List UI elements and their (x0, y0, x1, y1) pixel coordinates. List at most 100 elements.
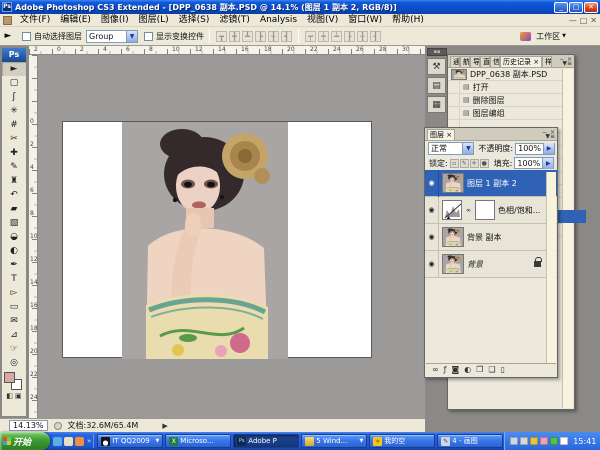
crop-tool[interactable]: # (2, 118, 26, 132)
history-source-cell[interactable] (448, 81, 460, 94)
move-tool[interactable]: ► (2, 62, 26, 76)
history-state-row[interactable]: ▤图层编组 (448, 107, 574, 120)
ps-logo[interactable]: Ps (2, 48, 26, 62)
brush-tool[interactable]: ✎ (2, 160, 26, 174)
minimize-button[interactable]: _ (554, 2, 568, 13)
layers-scrollbar[interactable] (546, 172, 556, 363)
tab-close-icon[interactable]: × (446, 131, 452, 139)
taskbar-button-2[interactable]: XMicroso... (165, 434, 231, 448)
hand-tool[interactable]: ☞ (2, 342, 26, 356)
chevron-down-icon[interactable]: ▼ (126, 31, 137, 42)
history-state-row[interactable]: ▤打开 (448, 81, 574, 94)
mask-thumbnail[interactable] (475, 200, 495, 220)
tools-panel-icon[interactable]: ⚒ (427, 58, 446, 75)
foreground-color-swatch[interactable] (4, 372, 15, 383)
doc-minimize-icon[interactable]: — (569, 16, 577, 25)
dodge-tool[interactable]: ◐ (2, 244, 26, 258)
zoom-tool[interactable]: ◎ (2, 356, 26, 370)
document-icon[interactable] (3, 16, 12, 25)
layer-mask-button[interactable]: ◙ (452, 364, 460, 376)
history-brush-tool[interactable]: ↶ (2, 188, 26, 202)
menu-item-8[interactable]: 视图(V) (302, 14, 343, 26)
taskbar-button-5[interactable]: ★我的空 (369, 434, 435, 448)
distribute-icon-4[interactable]: ┠ (344, 31, 355, 42)
brushes-panel-icon[interactable]: ▤ (427, 77, 446, 94)
lock-icon-1[interactable]: ▫ (450, 159, 459, 168)
history-snapshot-row[interactable]: DPP_0638 副本.PSD (448, 68, 574, 81)
align-icon-6[interactable]: ┫ (281, 31, 292, 42)
eyedropper-tool[interactable]: ⊿ (2, 328, 26, 342)
layer-thumbnail[interactable] (442, 254, 464, 274)
tab-1[interactable]: 通 (450, 56, 460, 67)
layer-thumbnail[interactable] (442, 227, 464, 247)
pen-tool[interactable]: ✒ (2, 258, 26, 272)
panel-close-icon[interactable]: × (550, 129, 555, 136)
eraser-tool[interactable]: ▰ (2, 202, 26, 216)
workspace-button[interactable]: 工作区 (536, 31, 560, 42)
tab-5[interactable]: 信 (490, 56, 500, 67)
opacity-field[interactable]: 100% ▶ (515, 143, 555, 155)
slider-arrow-icon[interactable]: ▶ (543, 143, 554, 154)
slider-arrow-icon[interactable]: ▶ (542, 158, 553, 169)
menu-item-5[interactable]: 选择(S) (174, 14, 215, 26)
delete-layer-button[interactable]: ▯ (501, 364, 505, 376)
shape-tool[interactable]: ▭ (2, 300, 26, 314)
history-source-cell[interactable] (448, 94, 460, 107)
menu-item-9[interactable]: 窗口(W) (343, 14, 387, 26)
ie-icon[interactable] (53, 437, 62, 446)
layer-row[interactable]: ◉背景 副本 (425, 224, 557, 251)
layer-row[interactable]: ◉图层 1 副本 2 (425, 170, 557, 197)
dock-grip[interactable]: ▪▪ (427, 48, 447, 56)
new-adjustment-layer-button[interactable]: ◐ (464, 364, 471, 376)
qq-tray-icon[interactable] (540, 437, 548, 445)
auto-select-checkbox[interactable] (22, 32, 31, 41)
path-selection-tool[interactable]: ▻ (2, 286, 26, 300)
visibility-eye-icon[interactable]: ◉ (425, 251, 439, 278)
slice-tool[interactable]: ✂ (2, 132, 26, 146)
quick-selection-tool[interactable]: ✳ (2, 104, 26, 118)
gradient-tool[interactable]: ▧ (2, 216, 26, 230)
history-source-cell[interactable] (448, 107, 460, 120)
align-icon-3[interactable]: ┻ (242, 31, 253, 42)
status-menu-arrow[interactable]: ▶ (162, 422, 167, 430)
start-button[interactable]: 开始 (0, 432, 50, 450)
distribute-icon-1[interactable]: ┯ (305, 31, 316, 42)
align-icon-5[interactable]: ╂ (268, 31, 279, 42)
menu-item-2[interactable]: 编辑(E) (55, 14, 96, 26)
layer-style-button[interactable]: ƒ (444, 364, 447, 376)
quick-mask-button[interactable]: ◧ (6, 392, 13, 400)
link-layers-button[interactable]: ∞ (432, 364, 439, 376)
network-icon[interactable] (510, 437, 518, 445)
menu-item-4[interactable]: 图层(L) (134, 14, 174, 26)
screen-mode-button[interactable]: ▣ (15, 392, 22, 400)
lock-icon-2[interactable]: ✎ (460, 159, 469, 168)
media-player-icon[interactable] (75, 437, 84, 446)
bridge-icon[interactable] (520, 32, 531, 41)
marquee-tool[interactable]: ▢ (2, 76, 26, 90)
distribute-icon-5[interactable]: ╂ (357, 31, 368, 42)
menu-item-1[interactable]: 文件(F) (15, 14, 55, 26)
visibility-eye-icon[interactable]: ◉ (425, 224, 439, 251)
lock-icon-3[interactable]: ✛ (470, 159, 479, 168)
panel-close-icon[interactable]: × (567, 56, 572, 63)
maximize-button[interactable]: □ (569, 2, 583, 13)
type-tool[interactable]: T (2, 272, 26, 286)
tab-layers[interactable]: 图层 × (427, 129, 455, 140)
taskbar-button-6[interactable]: ✎4 - 画图 (437, 434, 503, 448)
history-state-row[interactable]: ▤删除图层 (448, 94, 574, 107)
msn-icon[interactable] (550, 437, 558, 445)
menu-item-7[interactable]: Analysis (255, 14, 302, 26)
doc-close-icon[interactable]: ✕ (590, 16, 597, 25)
align-icon-1[interactable]: ┳ (216, 31, 227, 42)
taskbar-button-3[interactable]: PsAdobe P (233, 434, 299, 448)
doc-restore-icon[interactable]: □ (580, 16, 588, 25)
new-group-button[interactable]: ❒ (476, 364, 483, 376)
panel-minimize-icon[interactable]: − (542, 129, 547, 136)
tab-2[interactable]: 航 (460, 56, 470, 67)
adjustment-thumbnail[interactable] (442, 200, 462, 220)
swatches-panel-icon[interactable]: ▦ (427, 96, 446, 113)
fill-field[interactable]: 100% ▶ (514, 157, 554, 169)
layer-row[interactable]: ◉背景 (425, 251, 557, 278)
blur-tool[interactable]: ◒ (2, 230, 26, 244)
show-desktop-icon[interactable] (64, 437, 73, 446)
